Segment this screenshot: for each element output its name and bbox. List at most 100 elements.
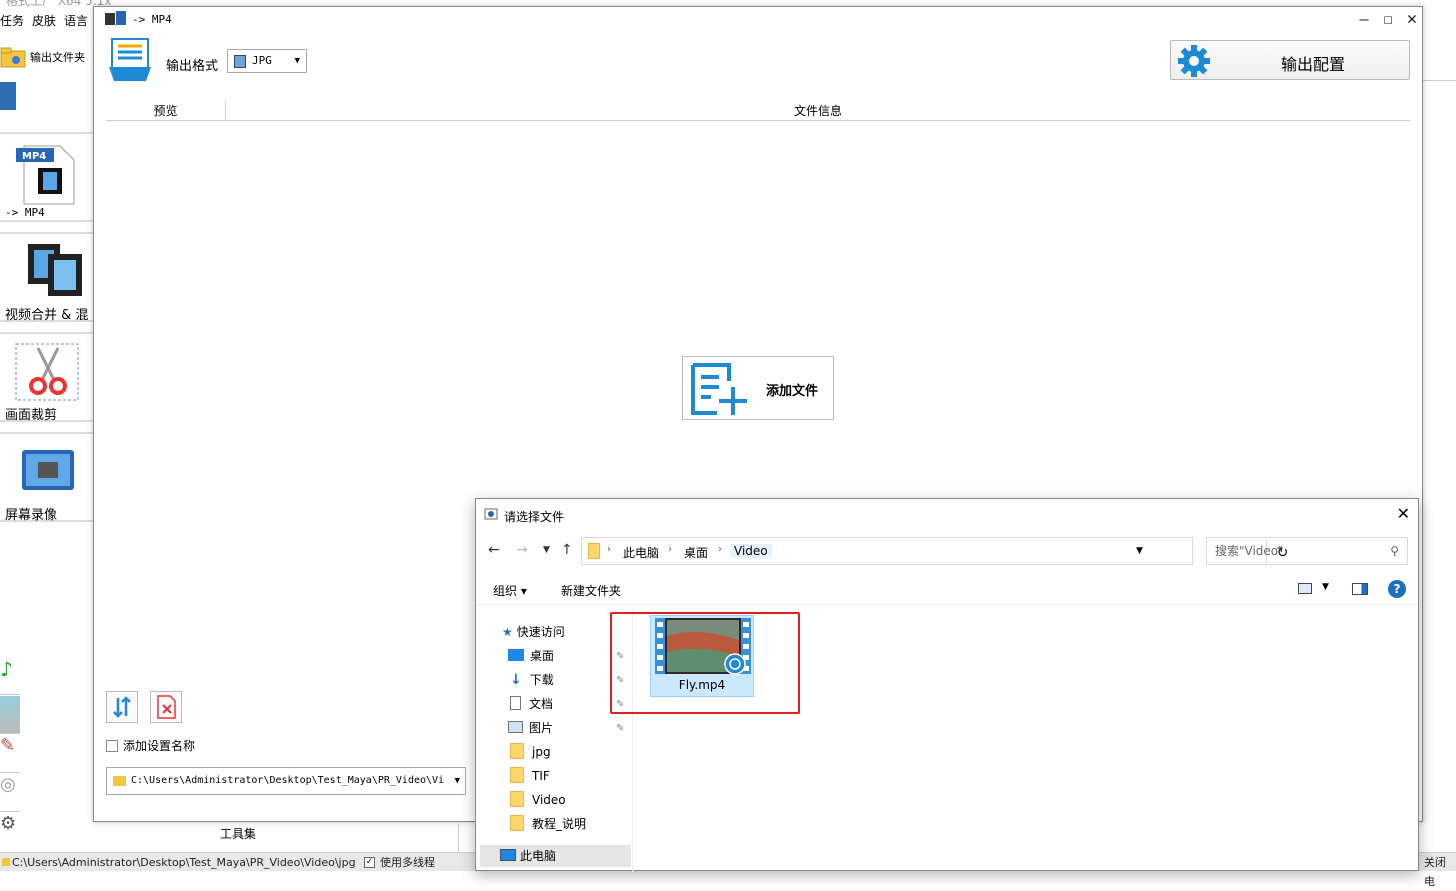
- preview-pane-icon[interactable]: [1352, 583, 1368, 595]
- scissors-icon: [15, 343, 79, 401]
- help-icon[interactable]: ?: [1388, 580, 1406, 598]
- nav-this-pc[interactable]: 此电脑: [480, 845, 631, 867]
- folder-icon: [2, 858, 10, 866]
- pictures-icon: [508, 721, 523, 733]
- video-category-icon[interactable]: [0, 82, 16, 110]
- tool-label: 屏幕录像: [5, 508, 58, 523]
- document-category-icon[interactable]: ✎: [0, 735, 20, 773]
- nav-folder-tif[interactable]: TIF: [510, 765, 550, 787]
- remove-all-button[interactable]: [150, 691, 182, 723]
- maximize-button[interactable]: ☐: [1376, 9, 1400, 29]
- forward-arrow-icon[interactable]: →: [516, 542, 528, 558]
- folder-icon: [510, 815, 524, 831]
- close-after-label[interactable]: 关闭电: [1424, 853, 1456, 891]
- nav-desktop[interactable]: 桌面: [508, 645, 554, 667]
- recent-locations-chevron-icon[interactable]: ▼: [543, 545, 550, 555]
- breadcrumb-this-pc[interactable]: 此电脑: [623, 544, 659, 561]
- column-header-file-info[interactable]: 文件信息: [226, 102, 1410, 119]
- dialog-close-button[interactable]: ✕: [1397, 504, 1410, 523]
- window-titlebar: -> MP4 – ☐ ✕: [94, 7, 1422, 31]
- add-setting-name-option[interactable]: 添加设置名称: [106, 737, 195, 754]
- tool-crop[interactable]: 画面裁剪: [0, 332, 94, 423]
- dialog-app-icon: [484, 508, 498, 520]
- address-bar[interactable]: › 此电脑 › 桌面 › Video ▼ ↻: [581, 537, 1288, 566]
- folder-icon: [0, 47, 26, 68]
- multithread-label: 使用多线程: [380, 856, 435, 869]
- view-chevron-icon[interactable]: ▼: [1322, 582, 1329, 592]
- address-history-chevron-icon[interactable]: ▼: [1136, 546, 1143, 556]
- picture-category-icon[interactable]: [0, 696, 20, 734]
- computer-icon: [500, 849, 516, 861]
- multithread-checkbox[interactable]: ✓: [364, 857, 375, 868]
- output-folder-button[interactable]: 输出文件夹: [0, 44, 94, 70]
- nav-label: 桌面: [530, 649, 555, 663]
- minimize-button[interactable]: –: [1352, 9, 1376, 29]
- tool-screen-record[interactable]: 屏幕录像: [0, 432, 94, 523]
- nav-quick-access[interactable]: ★ 快速访问: [502, 621, 565, 643]
- nav-pictures[interactable]: 图片: [508, 717, 553, 739]
- add-setting-name-checkbox[interactable]: [106, 740, 118, 752]
- nav-documents[interactable]: 文档: [510, 693, 553, 715]
- nav-label: 教程_说明: [532, 817, 587, 831]
- delete-file-icon: [157, 695, 176, 719]
- nav-label: 文档: [529, 697, 554, 711]
- add-setting-name-label: 添加设置名称: [123, 739, 196, 753]
- utilities-category-icon[interactable]: ⚙: [0, 813, 20, 851]
- nav-label: 下载: [529, 673, 554, 687]
- tool-label: 画面裁剪: [5, 408, 58, 423]
- toolset-label: 工具集: [220, 827, 257, 841]
- folder-icon: [588, 543, 600, 559]
- search-placeholder: 搜索"Video": [1215, 544, 1284, 558]
- menu-task[interactable]: 任务: [0, 12, 24, 29]
- output-config-label: 输出配置: [1281, 55, 1346, 74]
- view-options-icon[interactable]: [1298, 583, 1312, 594]
- back-arrow-icon[interactable]: ←: [488, 542, 500, 558]
- nav-label: TIF: [532, 769, 550, 783]
- column-header-preview[interactable]: 预览: [106, 102, 226, 122]
- dialog-title: 请选择文件: [504, 510, 565, 524]
- highlight-annotation-box: [610, 612, 800, 714]
- mp4-file-icon: MP4: [16, 145, 75, 205]
- tool-label: 视频合并 & 混: [5, 308, 89, 323]
- breadcrumb-desktop[interactable]: 桌面: [684, 544, 708, 561]
- nav-folder-tutorial[interactable]: 教程_说明: [510, 813, 586, 835]
- nav-downloads[interactable]: ↓ 下载: [510, 669, 554, 691]
- chevron-down-icon: ▼: [294, 56, 300, 66]
- disc-category-icon[interactable]: ◎: [0, 774, 20, 812]
- tool-to-mp4[interactable]: MP4 -> MP4: [0, 132, 94, 222]
- output-format-icon: [109, 38, 151, 81]
- close-button[interactable]: ✕: [1400, 9, 1424, 29]
- add-file-button[interactable]: 添加文件: [682, 356, 834, 420]
- new-folder-button[interactable]: 新建文件夹: [561, 582, 621, 599]
- nav-folder-jpg[interactable]: jpg: [510, 741, 551, 763]
- output-config-button[interactable]: 输出配置: [1170, 40, 1410, 80]
- search-icon: ⚲: [1390, 544, 1399, 558]
- star-icon: ★: [502, 625, 513, 639]
- bg-menubar: 任务 皮肤 语言: [0, 12, 100, 32]
- breadcrumb-video[interactable]: Video: [730, 544, 772, 558]
- nav-label: Video: [532, 793, 566, 807]
- folder-icon: [113, 776, 126, 786]
- svg-text:MP4: MP4: [22, 151, 46, 162]
- search-input[interactable]: 搜索"Video" ⚲: [1206, 537, 1408, 565]
- output-format-label: 输出格式: [166, 59, 219, 74]
- menu-language[interactable]: 语言: [64, 12, 88, 29]
- output-path-value: C:\Users\Administrator\Desktop\Test_Maya…: [131, 775, 445, 786]
- nav-label: jpg: [532, 745, 551, 759]
- sort-arrows-icon: [113, 696, 131, 718]
- download-arrow-icon: ↓: [510, 672, 522, 688]
- up-arrow-icon[interactable]: ↑: [561, 542, 573, 558]
- pin-icon[interactable]: ✎: [616, 723, 624, 734]
- output-format-select[interactable]: JPG ▼: [227, 49, 307, 73]
- organize-button[interactable]: 组织 ▾: [493, 582, 527, 599]
- add-file-icon: [691, 363, 747, 415]
- menu-skin[interactable]: 皮肤: [32, 12, 56, 29]
- tool-video-merge[interactable]: 视频合并 & 混: [0, 232, 94, 323]
- audio-category-icon[interactable]: ♪: [0, 657, 20, 695]
- breadcrumb-separator-icon: ›: [668, 544, 672, 555]
- nav-label: 此电脑: [520, 849, 557, 863]
- screen-record-icon: [22, 450, 74, 490]
- nav-folder-video[interactable]: Video: [510, 789, 566, 811]
- output-path-combo[interactable]: C:\Users\Administrator\Desktop\Test_Maya…: [106, 767, 466, 795]
- sort-button[interactable]: [106, 691, 138, 723]
